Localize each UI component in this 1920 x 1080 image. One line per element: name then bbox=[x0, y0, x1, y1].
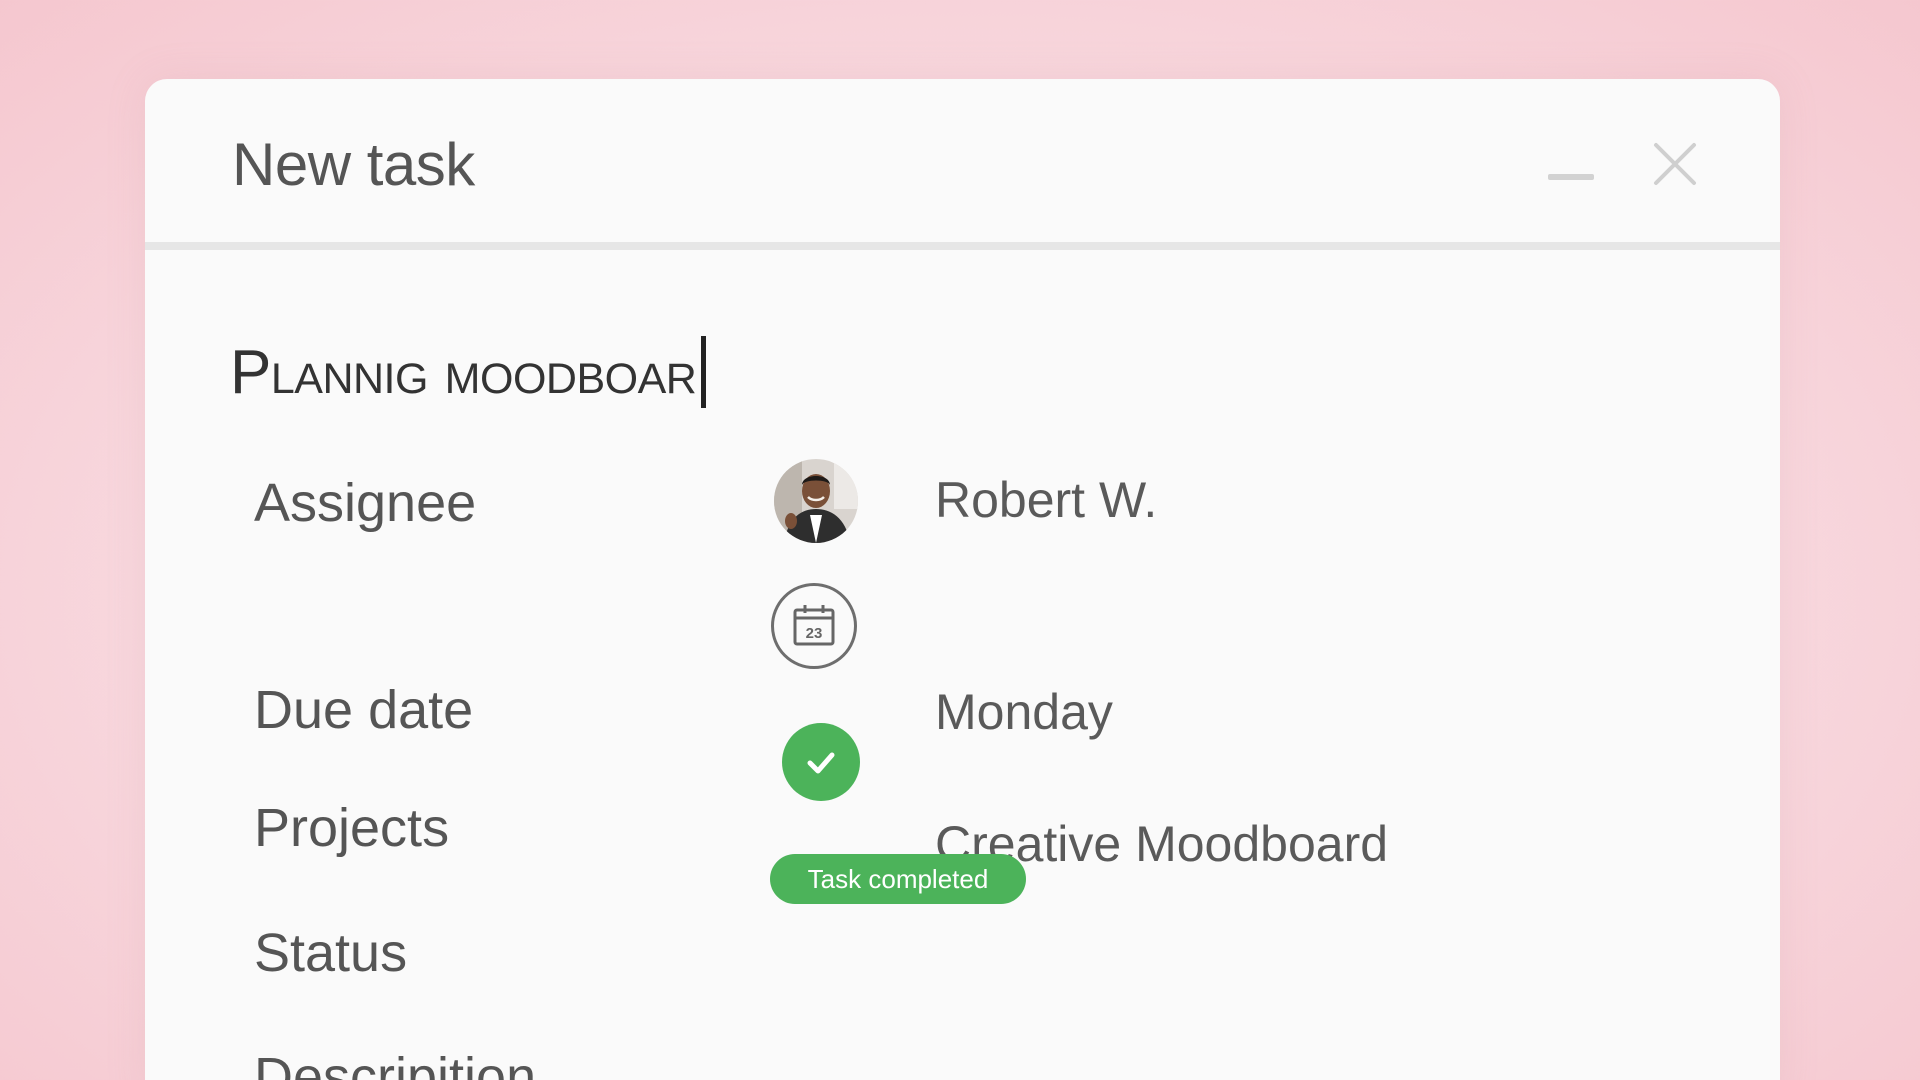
status-badge[interactable]: Task completed bbox=[770, 854, 1026, 904]
new-task-dialog: New task Plannig moodboar Assignee Rober… bbox=[145, 79, 1780, 1080]
task-name-input[interactable]: Plannig moodboar bbox=[230, 327, 707, 417]
task-name-text: Plannig moodboar bbox=[230, 337, 697, 407]
status-label: Status bbox=[254, 923, 408, 983]
assignee-avatar[interactable] bbox=[774, 459, 858, 543]
minimize-icon bbox=[1548, 174, 1594, 180]
close-button[interactable] bbox=[1650, 139, 1700, 189]
assignee-value[interactable]: Robert W. bbox=[935, 471, 1157, 529]
dialog-header: New task bbox=[145, 79, 1780, 250]
due-date-value[interactable]: Monday bbox=[935, 683, 1113, 741]
due-date-label: Due date bbox=[254, 680, 474, 740]
description-label: Descripition bbox=[254, 1047, 537, 1080]
text-caret bbox=[701, 336, 707, 408]
projects-label: Projects bbox=[254, 798, 450, 858]
close-icon bbox=[1654, 143, 1696, 185]
calendar-day: 23 bbox=[806, 625, 823, 642]
minimize-button[interactable] bbox=[1548, 174, 1594, 204]
check-icon bbox=[807, 752, 835, 774]
calendar-icon: 23 bbox=[793, 605, 835, 646]
dialog-title: New task bbox=[232, 131, 475, 198]
assignee-label: Assignee bbox=[254, 473, 477, 533]
due-date-button[interactable]: 23 bbox=[771, 583, 857, 669]
project-status-indicator[interactable] bbox=[782, 723, 860, 801]
avatar bbox=[774, 459, 858, 543]
